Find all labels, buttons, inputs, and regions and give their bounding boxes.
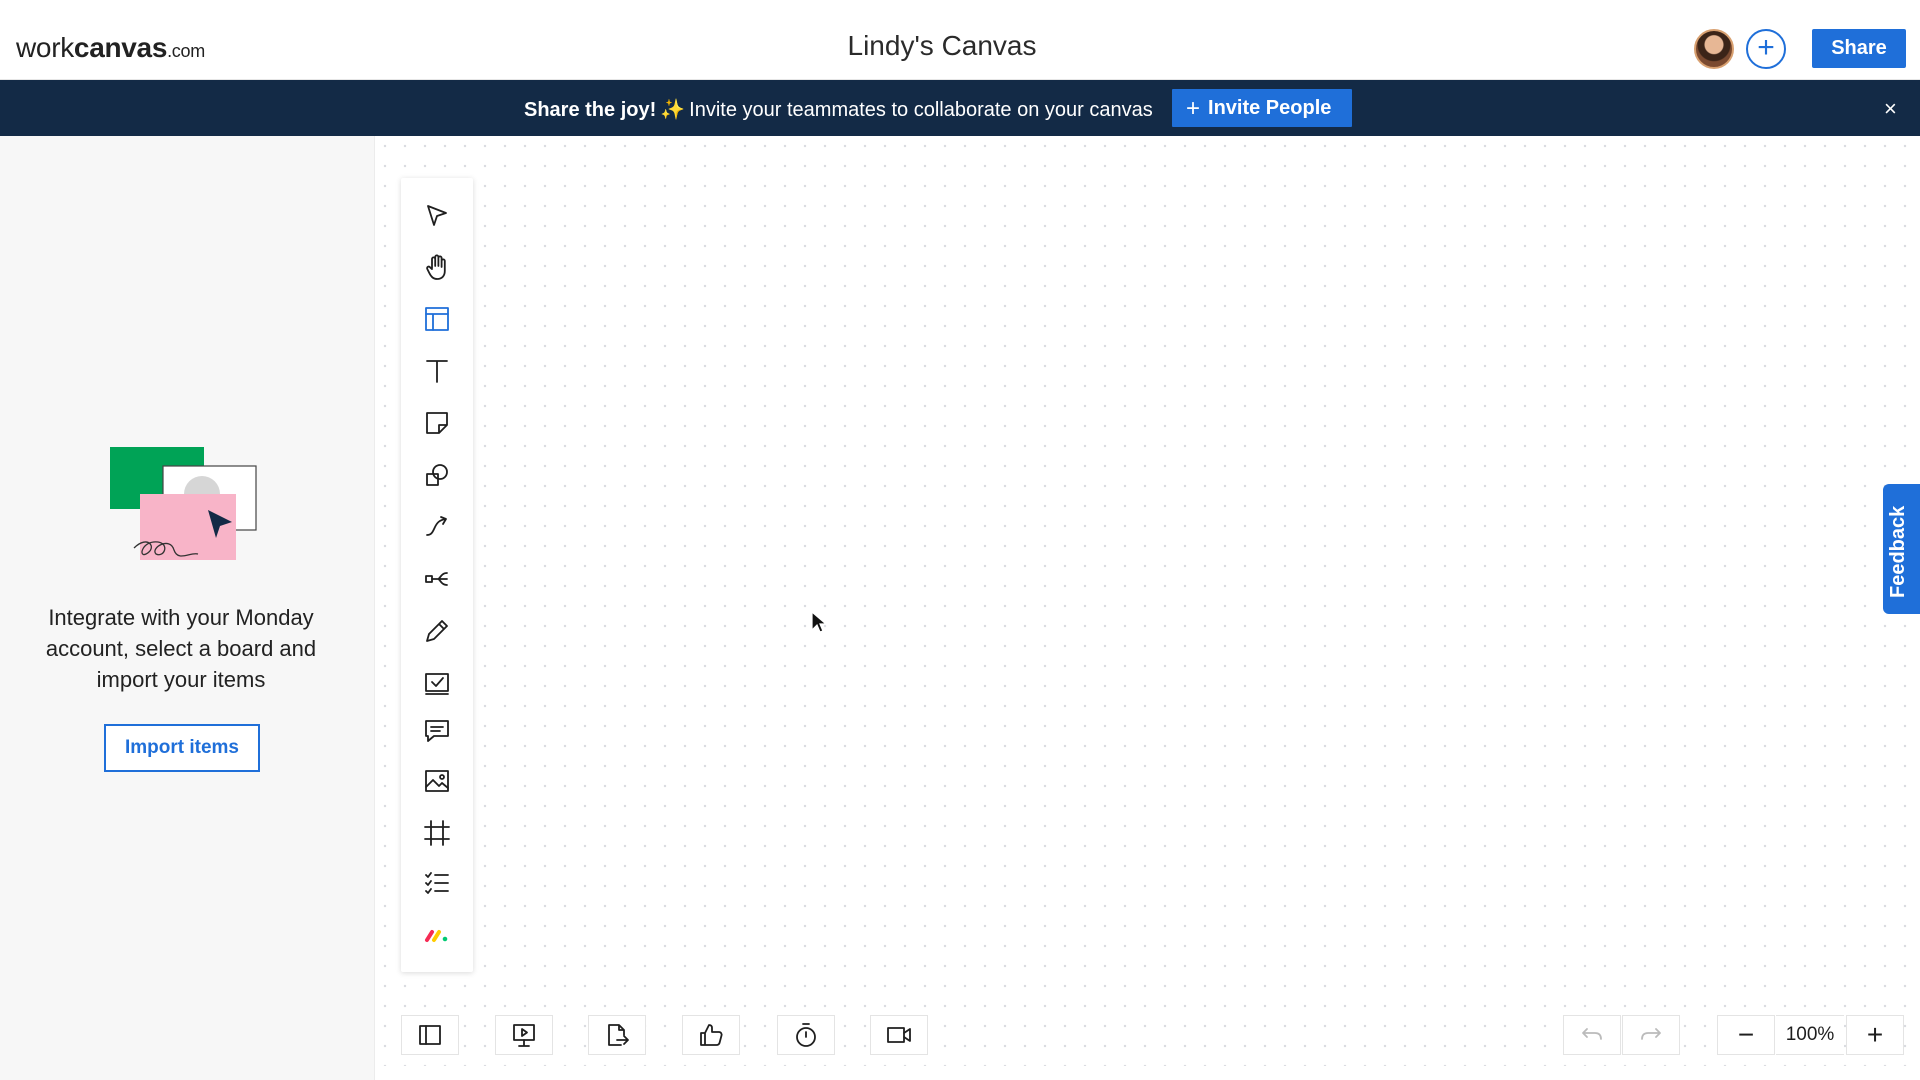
video-camera-icon — [887, 1027, 911, 1043]
integration-illustration — [110, 447, 257, 560]
export-button[interactable] — [588, 1015, 646, 1055]
share-button[interactable]: Share — [1812, 29, 1906, 68]
invite-people-button[interactable]: + Invite People — [1172, 89, 1352, 127]
monday-icon[interactable] — [401, 912, 473, 958]
hand-icon[interactable] — [401, 244, 473, 290]
integration-message: Integrate with your Monday account, sele… — [45, 605, 317, 692]
select-icon[interactable] — [401, 192, 473, 238]
close-banner-icon[interactable]: × — [1884, 96, 1897, 122]
feedback-tab[interactable]: Feedback — [1883, 484, 1920, 614]
connector-icon[interactable] — [401, 504, 473, 550]
zoom-out-button[interactable]: − — [1717, 1015, 1775, 1055]
pen-icon[interactable] — [401, 608, 473, 654]
canvas-board[interactable] — [375, 136, 1920, 1066]
presentation-icon — [513, 1024, 535, 1047]
sparkle-icon: ✨ — [660, 99, 686, 121]
mouse-cursor — [811, 610, 828, 633]
top-bar: workcanvas.com Lindy's Canvas + Share — [0, 0, 1920, 80]
redo-icon — [1641, 1028, 1661, 1040]
sidebar-icon — [419, 1025, 441, 1045]
banner-text: Share the joy! ✨ Invite your teammates to … — [524, 99, 1153, 121]
present-button[interactable] — [495, 1015, 553, 1055]
plus-icon: + — [1186, 95, 1201, 122]
text-icon[interactable] — [401, 348, 473, 394]
video-call-button[interactable] — [870, 1015, 928, 1055]
frame-icon[interactable] — [401, 810, 473, 856]
invite-banner: Share the joy! ✨ Invite your teammates to … — [0, 80, 1920, 136]
undo-icon — [1582, 1028, 1602, 1040]
checkbox-icon[interactable] — [401, 660, 473, 706]
zoom-in-button[interactable]: + — [1846, 1015, 1904, 1055]
comment-icon[interactable] — [401, 708, 473, 754]
timer-icon — [796, 1023, 816, 1047]
timer-button[interactable] — [777, 1015, 835, 1055]
checklist-icon[interactable] — [401, 860, 473, 906]
sticky-note-icon[interactable] — [401, 400, 473, 446]
canvas-title[interactable]: Lindy's Canvas — [0, 30, 1884, 62]
add-member-button[interactable]: + — [1746, 29, 1786, 69]
template-icon[interactable] — [401, 296, 473, 342]
avatar[interactable] — [1694, 29, 1734, 69]
tool-palette — [401, 178, 473, 972]
redo-button[interactable] — [1622, 1015, 1680, 1055]
vote-button[interactable] — [682, 1015, 740, 1055]
import-items-button[interactable]: Import items — [104, 724, 260, 772]
shapes-icon[interactable] — [401, 452, 473, 498]
image-icon[interactable] — [401, 758, 473, 804]
zoom-level[interactable]: 100% — [1776, 1015, 1844, 1055]
export-icon — [608, 1024, 629, 1046]
undo-button[interactable] — [1563, 1015, 1621, 1055]
toggle-panel-button[interactable] — [401, 1015, 459, 1055]
mind-map-icon[interactable] — [401, 556, 473, 602]
thumbs-up-icon — [700, 1024, 723, 1046]
